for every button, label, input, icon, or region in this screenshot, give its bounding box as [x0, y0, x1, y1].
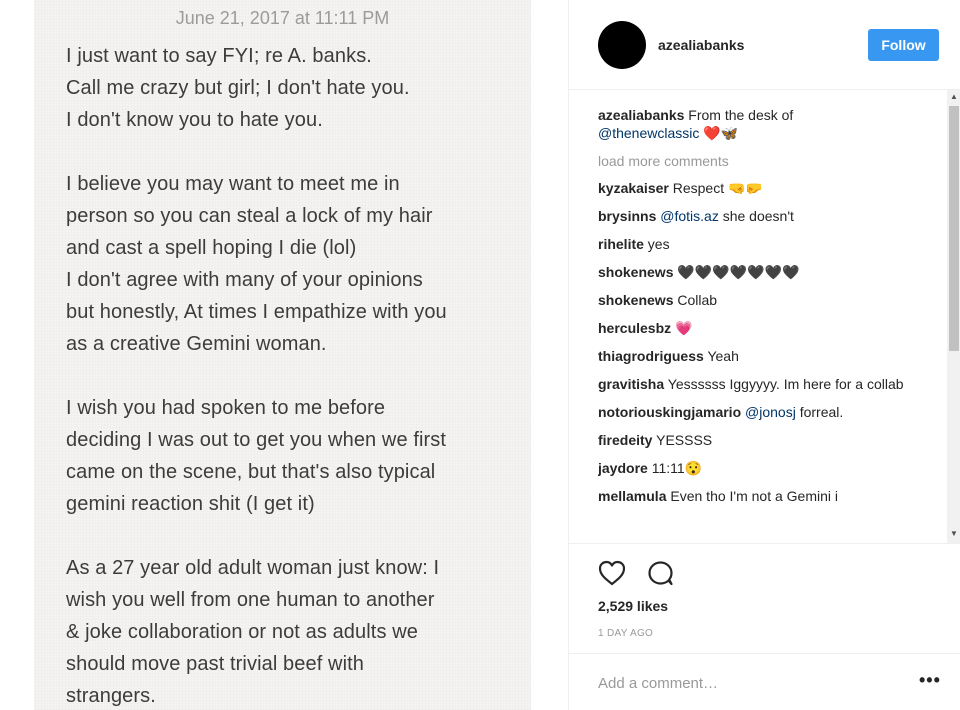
list-item: brysinns @fotis.az she doesn't — [598, 207, 943, 225]
list-item: mellamula Even tho I'm not a Gemini i — [598, 487, 943, 505]
comment-username[interactable]: kyzakaiser — [598, 180, 669, 196]
comment-username[interactable]: herculesbz — [598, 320, 671, 336]
list-item: notoriouskingjamario @jonosj forreal. — [598, 403, 943, 421]
comment-username[interactable]: notoriouskingjamario — [598, 404, 741, 420]
caption-mention[interactable]: @thenewclassic — [598, 125, 699, 141]
scroll-thumb[interactable] — [949, 106, 959, 351]
list-item: rihelite yes — [598, 235, 943, 253]
note-line: As a 27 year old adult woman just know: … — [66, 557, 440, 579]
note-date: June 21, 2017 at 11:11 PM — [175, 8, 390, 28]
note-line: wish you well from one human to another — [66, 589, 435, 611]
comment-username[interactable]: shokenews — [598, 264, 673, 280]
comment-text: Yeah — [707, 348, 739, 364]
load-more-comments-link[interactable]: load more comments — [598, 152, 943, 170]
comment-text: 💗 — [675, 320, 693, 336]
comment-mention[interactable]: @fotis.az — [660, 208, 719, 224]
caption: azealiabanks From the desk of @thenewcla… — [598, 106, 943, 142]
note-line: person so you can steal a lock of my hai… — [66, 205, 433, 227]
caption-username[interactable]: azealiabanks — [598, 107, 684, 123]
comment-username[interactable]: mellamula — [598, 488, 666, 504]
comment-text: forreal. — [799, 404, 844, 420]
list-item: kyzakaiser Respect 🤜🤛 — [598, 179, 943, 197]
list-item: jaydore 11:11😯 — [598, 459, 943, 477]
comment-text: YESSSS — [656, 432, 713, 448]
more-options-icon[interactable]: ••• — [919, 670, 941, 691]
note-line: I just want to say FYI; re A. banks. — [66, 45, 372, 67]
note-line: strangers. — [66, 685, 156, 707]
comment-text: Collab — [677, 292, 718, 308]
comment-username[interactable]: shokenews — [598, 292, 673, 308]
list-item: shokenews Collab — [598, 291, 943, 309]
add-comment-input[interactable] — [598, 672, 898, 694]
comment-text: Even tho I'm not a Gemini i — [670, 488, 839, 504]
note-line: I don't know you to hate you. — [66, 109, 323, 131]
list-item: gravitisha Yessssss Iggyyyy. Im here for… — [598, 375, 943, 393]
heart-icon[interactable] — [597, 558, 627, 588]
note-line: I wish you had spoken to me before — [66, 397, 386, 419]
note-paragraph: I believe you may want to meet me in per… — [66, 168, 526, 360]
note-line: gemini reaction shit (I get it) — [66, 493, 315, 515]
note-paragraph: I wish you had spoken to me before decid… — [66, 392, 526, 520]
note-line: & joke collaboration or not as adults we — [66, 621, 418, 643]
comment-text: she doesn't — [722, 208, 794, 224]
note-line: deciding I was out to get you when we fi… — [66, 429, 447, 451]
note-line: as a creative Gemini woman. — [66, 333, 327, 355]
comment-text: 11:11😯 — [651, 460, 703, 476]
note-line: I believe you may want to meet me in — [66, 173, 400, 195]
comment-text: Respect 🤜🤛 — [672, 180, 763, 196]
note-paragraph: I just want to say FYI; re A. banks. Cal… — [66, 40, 526, 136]
post-actions: 2,529 likes 1 DAY AGO — [569, 543, 960, 643]
comment-text: 🖤🖤🖤🖤🖤🖤🖤 — [677, 264, 800, 280]
note-line: but honestly, At times I empathize with … — [66, 301, 447, 323]
comments-list: azealiabanks From the desk of @thenewcla… — [598, 106, 943, 543]
comment-username[interactable]: jaydore — [598, 460, 648, 476]
caption-text: From the desk of — [688, 107, 794, 123]
comment-username[interactable]: gravitisha — [598, 376, 664, 392]
note-line: came on the scene, but that's also typic… — [66, 461, 436, 483]
likes-count[interactable]: 2,529 likes — [598, 598, 668, 614]
note-line: Call me crazy but girl; I don't hate you… — [66, 77, 410, 99]
comment-mention[interactable]: @jonosj — [745, 404, 796, 420]
comment-icon[interactable] — [645, 558, 675, 588]
comment-username[interactable]: firedeity — [598, 432, 652, 448]
note-line: and cast a spell hoping I die (lol) — [66, 237, 357, 259]
avatar[interactable] — [598, 21, 646, 69]
note-body: I just want to say FYI; re A. banks. Cal… — [66, 40, 526, 710]
post-side-panel: azealiabanks Follow azealiabanks From th… — [568, 0, 960, 710]
comment-username[interactable]: rihelite — [598, 236, 644, 252]
note-image: June 21, 2017 at 11:11 PM I just want to… — [34, 0, 531, 710]
post-photo: June 21, 2017 at 11:11 PM I just want to… — [0, 0, 568, 710]
scroll-up-arrow-icon[interactable]: ▲ — [947, 90, 960, 104]
scroll-down-arrow-icon[interactable]: ▼ — [947, 527, 960, 541]
note-line: should move past trivial beef with — [66, 653, 364, 675]
comments-scrollbar[interactable]: ▲ ▼ — [947, 90, 960, 543]
list-item: thiagrodriguess Yeah — [598, 347, 943, 365]
post-header: azealiabanks Follow — [569, 0, 960, 90]
list-item: shokenews 🖤🖤🖤🖤🖤🖤🖤 — [598, 263, 943, 281]
comment-username[interactable]: thiagrodriguess — [598, 348, 704, 364]
list-item: firedeity YESSSS — [598, 431, 943, 449]
list-item: herculesbz 💗 — [598, 319, 943, 337]
comment-text: Yessssss Iggyyyy. Im here for a collab — [667, 376, 904, 392]
note-paragraph: As a 27 year old adult woman just know: … — [66, 552, 526, 710]
header-username[interactable]: azealiabanks — [658, 37, 744, 53]
comment-username[interactable]: brysinns — [598, 208, 656, 224]
comment-text: yes — [647, 236, 670, 252]
follow-button[interactable]: Follow — [868, 29, 939, 61]
post-timestamp[interactable]: 1 DAY AGO — [598, 628, 653, 639]
note-line: I don't agree with many of your opinions — [66, 269, 423, 291]
caption-emoji: ❤️🦋 — [703, 125, 739, 141]
add-comment-bar: ••• — [569, 653, 960, 710]
